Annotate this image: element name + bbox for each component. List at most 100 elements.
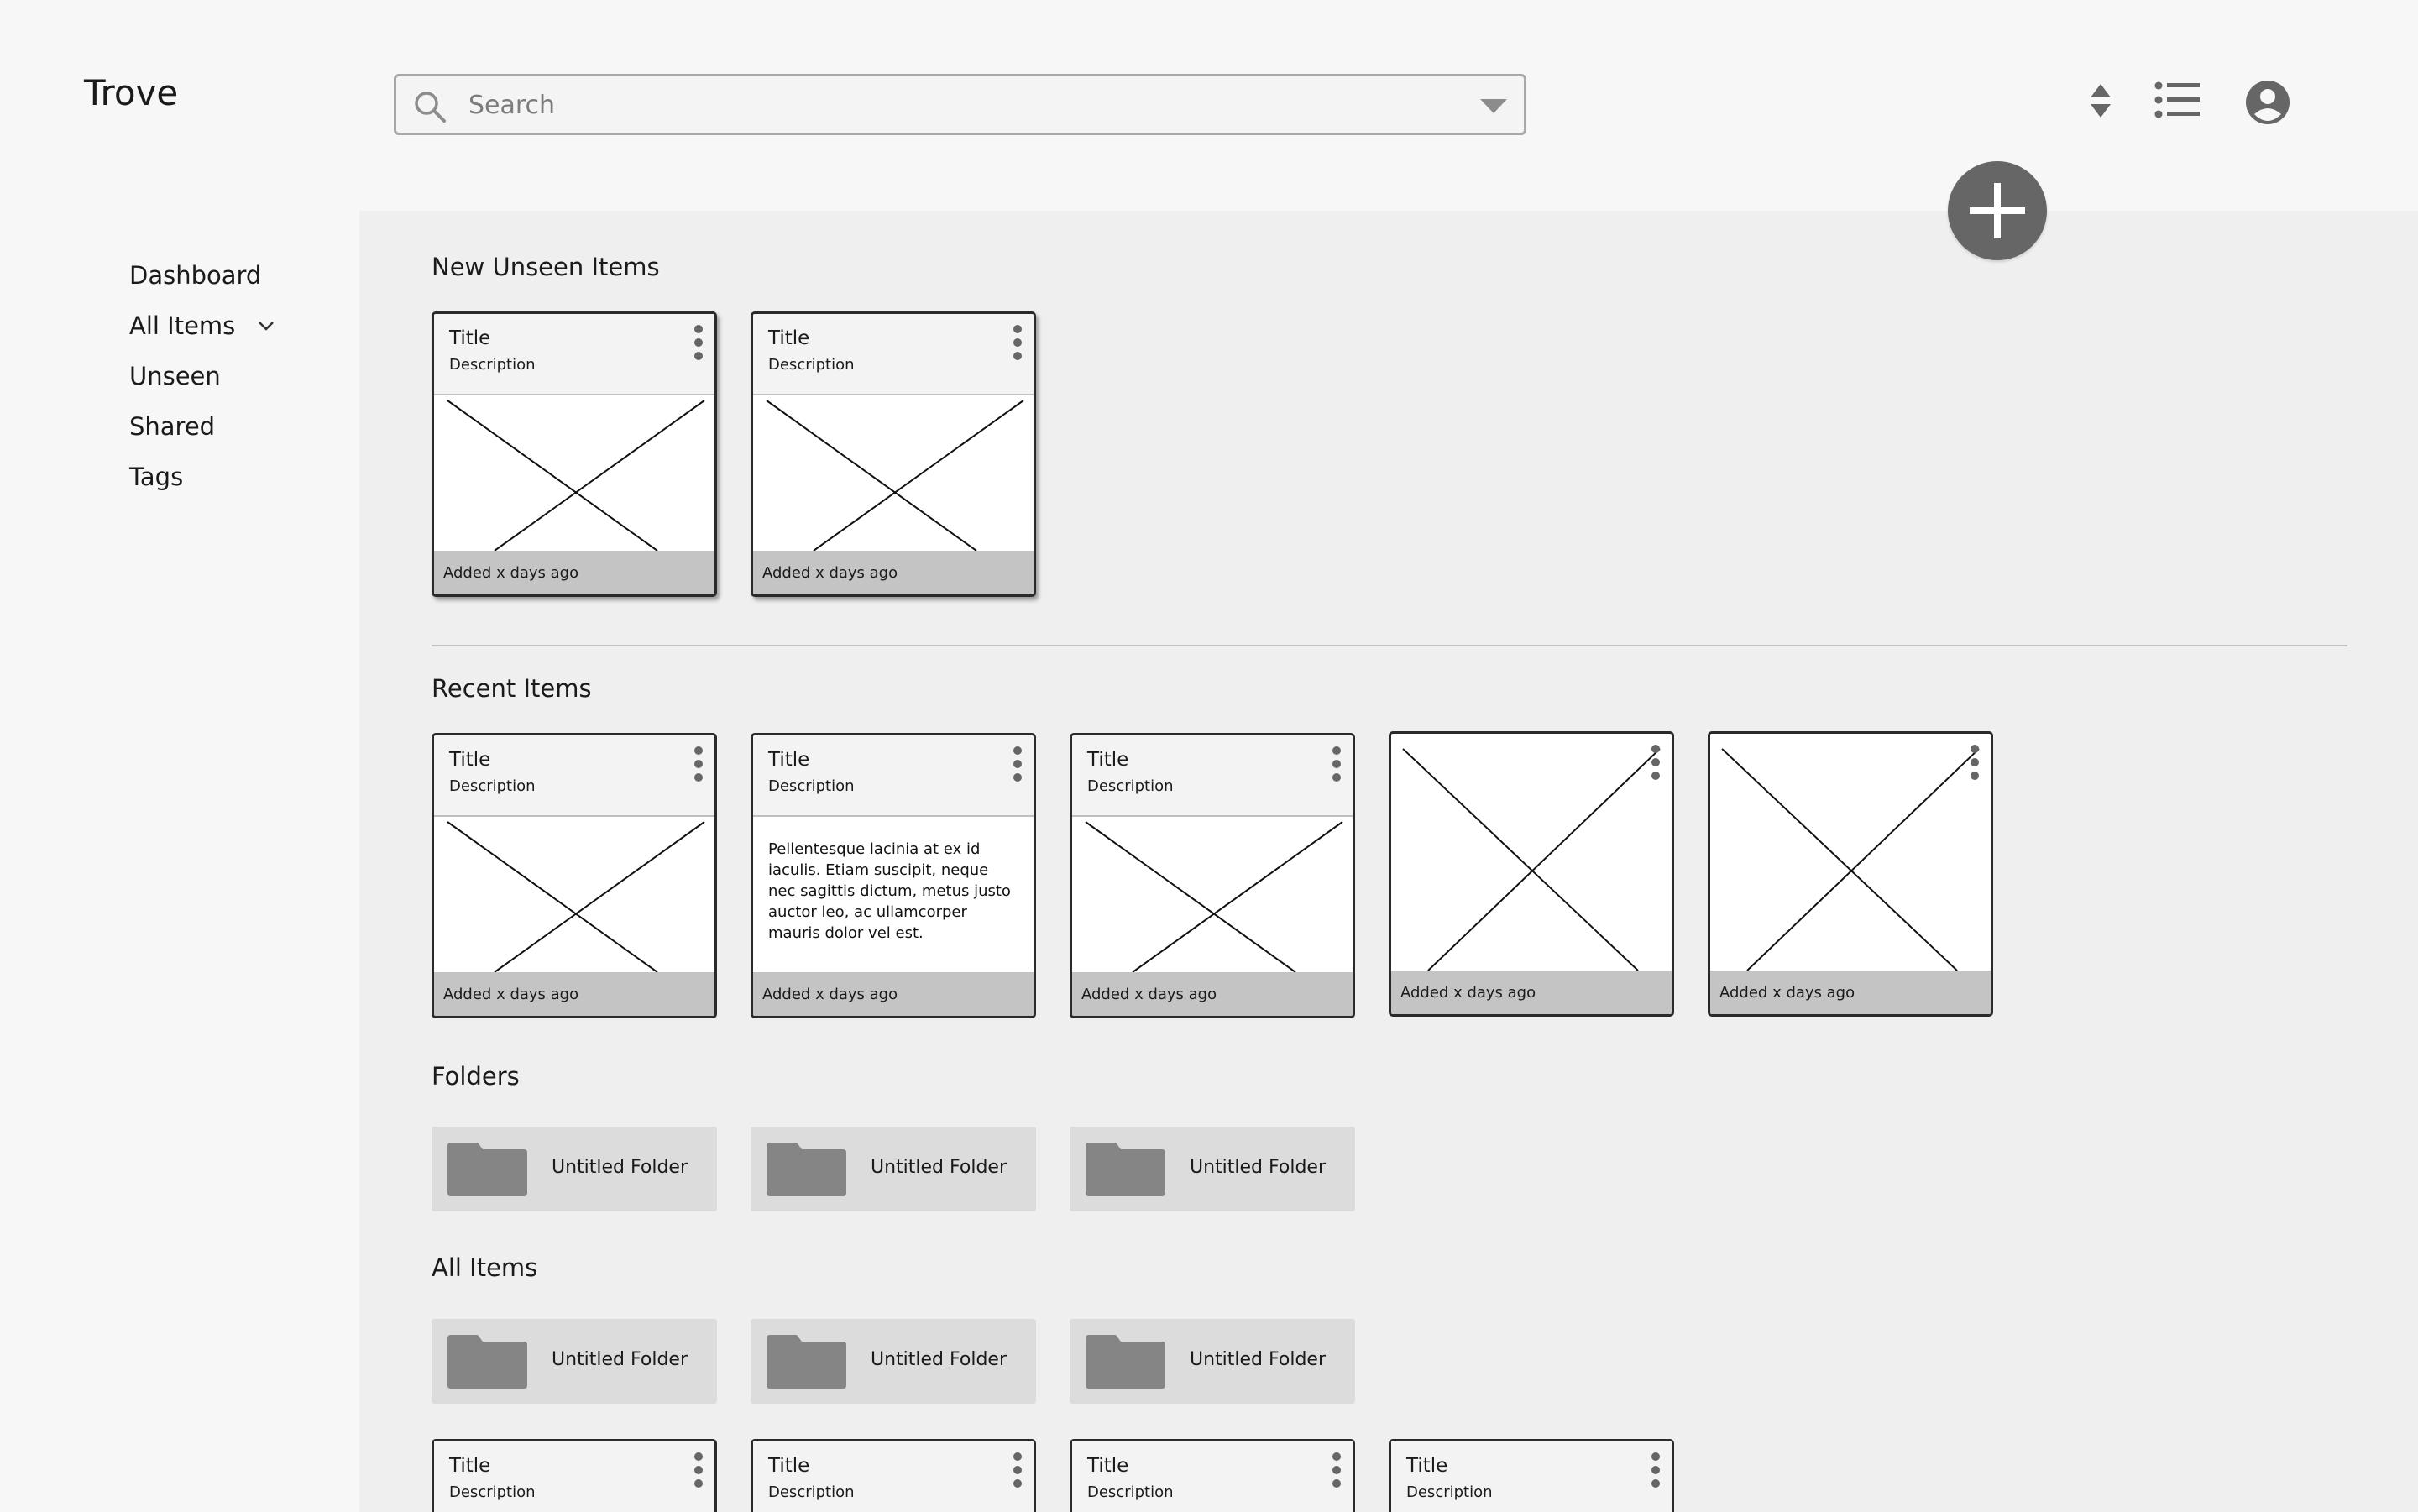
sidebar-item-label: Unseen: [129, 362, 221, 390]
card-header: Title Description: [434, 735, 714, 817]
image-placeholder: [1710, 734, 1991, 971]
chevron-down-icon[interactable]: [257, 320, 275, 332]
card-description: Description: [1087, 1483, 1174, 1501]
card-title: Title: [768, 327, 810, 349]
more-options-icon[interactable]: [693, 746, 704, 782]
folder-label: Untitled Folder: [871, 1157, 1008, 1178]
card-header: Title Description: [1072, 1441, 1353, 1512]
card-description: Description: [768, 777, 855, 795]
folder-label: Untitled Folder: [1190, 1349, 1327, 1370]
folder-icon: [447, 1143, 527, 1196]
section-title-folders: Folders: [432, 1062, 520, 1091]
image-placeholder: [434, 395, 714, 551]
sidebar-item-label: All Items: [129, 311, 236, 340]
more-options-icon[interactable]: [1969, 744, 1981, 781]
more-options-icon[interactable]: [1331, 746, 1342, 782]
card-footer: Added x days ago: [1391, 971, 1672, 1014]
card-title: Title: [1406, 1455, 1448, 1477]
item-card[interactable]: Title Description Added x days ago: [432, 311, 717, 597]
card-footer: Added x days ago: [1072, 972, 1353, 1016]
account-icon[interactable]: [2244, 79, 2291, 126]
app-logo[interactable]: Trove: [84, 72, 178, 113]
more-options-icon[interactable]: [693, 1452, 704, 1488]
card-title: Title: [768, 1455, 810, 1477]
folder-tile[interactable]: Untitled Folder: [1070, 1319, 1355, 1404]
card-text-body: Pellentesque lacinia at ex id iaculis. E…: [753, 817, 1034, 972]
more-options-icon[interactable]: [1012, 746, 1023, 782]
card-description: Description: [1406, 1483, 1493, 1501]
card-description: Description: [768, 356, 855, 374]
card-header: Title Description: [434, 314, 714, 395]
sidebar-item-shared[interactable]: Shared: [129, 401, 275, 452]
card-title: Title: [1087, 1455, 1129, 1477]
folder-tile[interactable]: Untitled Folder: [432, 1319, 717, 1404]
item-card[interactable]: Title Description Pellentesque lacinia a…: [751, 733, 1036, 1018]
card-body-text: Pellentesque lacinia at ex id iaculis. E…: [768, 840, 1011, 942]
folder-icon: [447, 1335, 527, 1389]
item-card[interactable]: Title Description: [432, 1439, 717, 1512]
item-card[interactable]: Added x days ago: [1389, 731, 1674, 1017]
card-title: Title: [449, 327, 491, 349]
folder-tile[interactable]: Untitled Folder: [432, 1127, 717, 1211]
sidebar-item-label: Tags: [129, 463, 184, 491]
card-footer: Added x days ago: [434, 972, 714, 1016]
section-title-recent: Recent Items: [432, 674, 592, 703]
card-description: Description: [768, 1483, 855, 1501]
item-card[interactable]: Added x days ago: [1708, 731, 1993, 1017]
sidebar-item-label: Dashboard: [129, 261, 262, 290]
folder-tile[interactable]: Untitled Folder: [1070, 1127, 1355, 1211]
card-title: Title: [768, 749, 810, 771]
section-title-all-items: All Items: [432, 1253, 538, 1282]
search-input[interactable]: [468, 85, 1409, 125]
folder-label: Untitled Folder: [1190, 1157, 1327, 1178]
folder-tile[interactable]: Untitled Folder: [751, 1319, 1036, 1404]
sidebar-item-all-items[interactable]: All Items: [129, 301, 275, 351]
card-description: Description: [449, 1483, 536, 1501]
folder-icon: [767, 1143, 846, 1196]
sidebar-item-label: Shared: [129, 412, 216, 441]
add-button[interactable]: [1948, 161, 2047, 260]
folder-label: Untitled Folder: [552, 1349, 688, 1370]
card-footer: Added x days ago: [753, 972, 1034, 1016]
more-options-icon[interactable]: [1012, 1452, 1023, 1488]
image-placeholder: [1391, 734, 1672, 971]
card-footer: Added x days ago: [1710, 971, 1991, 1014]
list-view-icon[interactable]: [2154, 81, 2200, 119]
sidebar-nav: Dashboard All Items Unseen Shared Tags: [129, 250, 275, 502]
sort-icon[interactable]: [2086, 81, 2116, 121]
folder-icon: [767, 1335, 846, 1389]
folder-tile[interactable]: Untitled Folder: [751, 1127, 1036, 1211]
item-card[interactable]: Title Description Added x days ago: [751, 311, 1036, 597]
card-header: Title Description: [1391, 1441, 1672, 1512]
image-placeholder: [753, 395, 1034, 551]
plus-icon: [1970, 183, 2025, 238]
search-dropdown-icon[interactable]: [1480, 99, 1507, 113]
card-header: Title Description: [753, 735, 1034, 817]
item-card[interactable]: Title Description Added x days ago: [1070, 733, 1355, 1018]
card-header: Title Description: [753, 314, 1034, 395]
item-card[interactable]: Title Description Added x days ago: [432, 733, 717, 1018]
sidebar-item-unseen[interactable]: Unseen: [129, 351, 275, 401]
card-footer: Added x days ago: [434, 551, 714, 594]
more-options-icon[interactable]: [1012, 324, 1023, 361]
folder-icon: [1086, 1143, 1165, 1196]
more-options-icon[interactable]: [1331, 1452, 1342, 1488]
sidebar-item-dashboard[interactable]: Dashboard: [129, 250, 275, 301]
more-options-icon[interactable]: [1650, 744, 1662, 781]
card-header: Title Description: [753, 1441, 1034, 1512]
section-title-new-unseen: New Unseen Items: [432, 253, 660, 281]
search-icon: [415, 92, 446, 123]
item-card[interactable]: Title Description: [1070, 1439, 1355, 1512]
card-title: Title: [449, 1455, 491, 1477]
section-divider: [432, 645, 2347, 646]
more-options-icon[interactable]: [1650, 1452, 1662, 1488]
search-bar[interactable]: [394, 74, 1526, 135]
item-card[interactable]: Title Description: [1389, 1439, 1674, 1512]
folder-label: Untitled Folder: [552, 1157, 688, 1178]
card-description: Description: [449, 356, 536, 374]
more-options-icon[interactable]: [693, 324, 704, 361]
card-description: Description: [1087, 777, 1174, 795]
item-card[interactable]: Title Description: [751, 1439, 1036, 1512]
image-placeholder: [434, 817, 714, 972]
sidebar-item-tags[interactable]: Tags: [129, 452, 275, 502]
